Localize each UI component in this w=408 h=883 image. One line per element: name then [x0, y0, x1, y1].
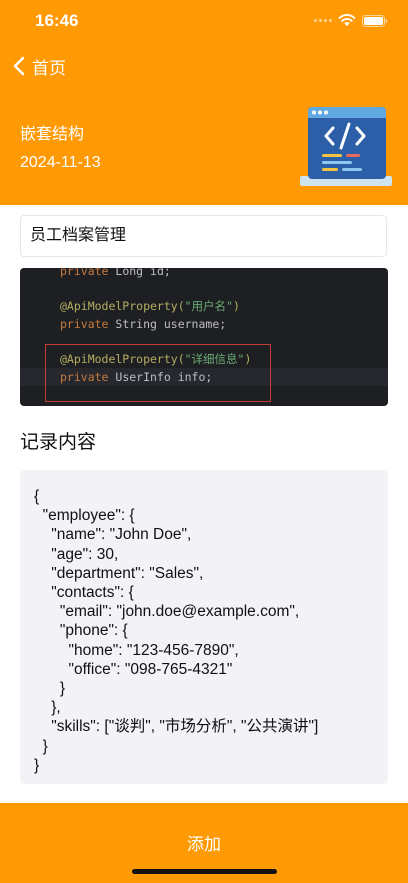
back-label: 首页 — [32, 58, 66, 78]
signal-dots-icon — [314, 19, 332, 22]
status-bar: 16:46 — [0, 0, 408, 44]
home-indicator — [132, 869, 277, 874]
code-illustration-icon — [300, 107, 392, 186]
code-line: private Long id; — [60, 268, 171, 278]
highlight-frame — [45, 344, 271, 402]
back-button[interactable]: 首页 — [12, 54, 66, 78]
json-content: { "employee": { "name": "John Doe", "age… — [34, 488, 319, 774]
title-field[interactable]: 员工档案管理 — [20, 215, 387, 257]
add-label: 添加 — [187, 835, 221, 854]
code-line: private String username; — [60, 317, 227, 331]
section-title: 记录内容 — [20, 432, 97, 453]
code-line: @ApiModelProperty("用户名") — [60, 299, 240, 313]
status-time: 16:46 — [35, 11, 79, 30]
date-label: 2024-11-13 — [20, 154, 101, 171]
code-screenshot[interactable]: private Long id; @ApiModelProperty("用户名"… — [20, 268, 388, 406]
header: 16:46 首页 嵌套结构 2024-11-13 — [0, 0, 408, 205]
json-content-box: { "employee": { "name": "John Doe", "age… — [20, 470, 388, 784]
back-chevron-icon — [13, 56, 25, 76]
category-label: 嵌套结构 — [20, 126, 85, 143]
battery-icon — [362, 15, 388, 27]
wifi-icon — [338, 14, 356, 26]
